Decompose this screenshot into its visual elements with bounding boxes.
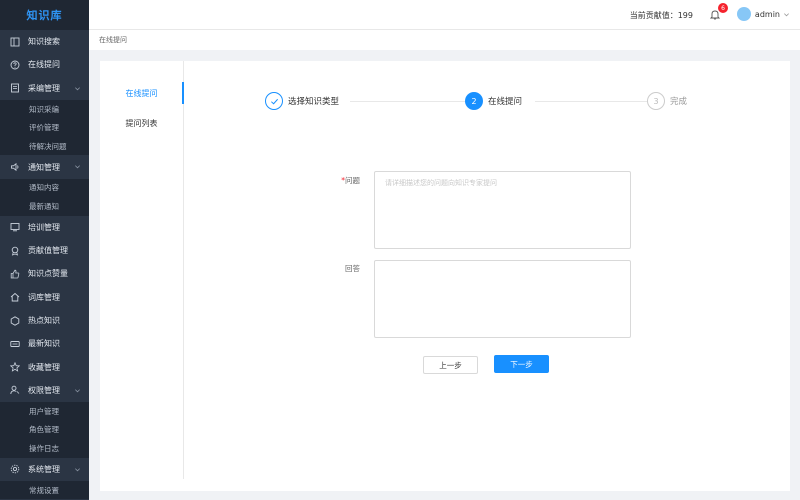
sidebar-item-contribution[interactable]: 贡献值管理 bbox=[0, 239, 89, 262]
sidebar-item-label: 权限管理 bbox=[28, 385, 60, 395]
contribution-value: 当前贡献值：199 bbox=[629, 11, 693, 20]
sub-nav: 在线提问 提问列表 bbox=[100, 61, 184, 479]
notification-badge: 6 bbox=[718, 3, 728, 13]
user-key-icon bbox=[10, 385, 20, 395]
step-3: 3 完成 bbox=[647, 92, 687, 110]
home-icon bbox=[10, 292, 20, 302]
sidebar: 知识库 知识搜索 在线提问 采编管理 知识采编 评价管理 待解决问题 通知管理 … bbox=[0, 0, 89, 500]
sidebar-item-label: 采编管理 bbox=[28, 83, 60, 93]
speaker-icon bbox=[10, 162, 20, 172]
question-textarea[interactable] bbox=[374, 171, 631, 249]
sidebar-item-label: 贡献值管理 bbox=[28, 246, 68, 256]
sidebar-subitem[interactable]: 角色管理 bbox=[0, 421, 89, 440]
app-logo: 知识库 bbox=[0, 0, 89, 30]
step-connector bbox=[350, 101, 465, 102]
sidebar-item-system[interactable]: 系统管理 bbox=[0, 458, 89, 481]
sidebar-item-label: 知识搜索 bbox=[28, 37, 60, 47]
sidebar-subitem[interactable]: 通知内容 bbox=[0, 179, 89, 198]
steps: 选择知识类型 2 在线提问 3 完成 bbox=[265, 92, 695, 112]
sidebar-subitem[interactable]: 待解决问题 bbox=[0, 137, 89, 156]
edit-doc-icon bbox=[10, 83, 20, 93]
step-connector bbox=[535, 101, 647, 102]
user-name: admin bbox=[754, 9, 780, 19]
chevron-down-icon bbox=[784, 12, 789, 16]
step-title: 选择知识类型 bbox=[288, 97, 340, 107]
sidebar-subitem[interactable]: 常规设置 bbox=[0, 481, 89, 500]
question-circle-icon bbox=[10, 60, 20, 70]
answer-label: 回答 bbox=[345, 264, 360, 273]
sidebar-subitem[interactable]: 用户管理 bbox=[0, 402, 89, 421]
step-title: 在线提问 bbox=[488, 97, 523, 107]
sidebar-item-online-question[interactable]: 在线提问 bbox=[0, 53, 89, 76]
sidebar-item-lexicon[interactable]: 词库管理 bbox=[0, 286, 89, 309]
sidebar-item-training[interactable]: 培训管理 bbox=[0, 216, 89, 239]
question-label: *问题 bbox=[341, 176, 360, 185]
step-number: 3 bbox=[647, 92, 665, 110]
chevron-down-icon bbox=[75, 86, 80, 90]
breadcrumb: 在线提问 bbox=[89, 30, 800, 50]
sidebar-item-label: 收藏管理 bbox=[28, 362, 60, 372]
submenu-system: 常规设置 bbox=[0, 480, 89, 500]
sidebar-item-notification[interactable]: 通知管理 bbox=[0, 155, 89, 178]
breadcrumb-current: 在线提问 bbox=[99, 36, 127, 44]
answer-textarea[interactable] bbox=[374, 260, 631, 338]
gear-icon bbox=[10, 464, 20, 474]
submenu-editing: 知识采编 评价管理 待解决问题 bbox=[0, 99, 89, 156]
book-icon bbox=[10, 37, 20, 47]
sidebar-item-label: 系统管理 bbox=[28, 464, 60, 474]
next-step-button[interactable]: 下一步 bbox=[494, 355, 549, 373]
prev-step-button[interactable]: 上一步 bbox=[423, 356, 478, 374]
sidebar-item-favorites[interactable]: 收藏管理 bbox=[0, 355, 89, 378]
sidebar-item-latest-knowledge[interactable]: 最新知识 bbox=[0, 332, 89, 355]
sidebar-item-label: 知识点赞量 bbox=[28, 269, 68, 279]
step-number: 2 bbox=[465, 92, 483, 110]
sidebar-subitem[interactable]: 评价管理 bbox=[0, 118, 89, 137]
chevron-down-icon bbox=[75, 467, 80, 471]
step-title: 完成 bbox=[670, 97, 688, 107]
sub-nav-item-question-list[interactable]: 提问列表 bbox=[100, 108, 183, 138]
submenu-permissions: 用户管理 角色管理 操作日志 bbox=[0, 402, 89, 458]
step-1: 选择知识类型 bbox=[265, 92, 339, 110]
sidebar-subitem[interactable]: 最新通知 bbox=[0, 197, 89, 216]
user-menu[interactable]: admin bbox=[736, 7, 790, 21]
sidebar-item-label: 热点知识 bbox=[28, 316, 60, 326]
sidebar-item-likes[interactable]: 知识点赞量 bbox=[0, 262, 89, 285]
sidebar-item-label: 通知管理 bbox=[28, 162, 60, 172]
avatar bbox=[736, 7, 751, 21]
sidebar-item-label: 最新知识 bbox=[28, 339, 60, 349]
check-icon bbox=[265, 92, 283, 110]
sidebar-subitem[interactable]: 知识采编 bbox=[0, 100, 89, 119]
sidebar-item-editing[interactable]: 采编管理 bbox=[0, 77, 89, 100]
thumbs-up-icon bbox=[10, 269, 20, 279]
training-icon bbox=[10, 222, 20, 232]
submenu-notification: 通知内容 最新通知 bbox=[0, 178, 89, 216]
sidebar-item-label: 培训管理 bbox=[28, 222, 60, 232]
step-2: 2 在线提问 bbox=[465, 92, 522, 110]
award-icon bbox=[10, 246, 20, 256]
sidebar-item-label: 词库管理 bbox=[28, 292, 60, 302]
sidebar-item-knowledge-search[interactable]: 知识搜索 bbox=[0, 30, 89, 53]
new-tag-icon bbox=[10, 339, 20, 349]
main-card: 在线提问 提问列表 选择知识类型 2 在线提问 3 完成 *问题 回答 上一步 … bbox=[100, 61, 790, 491]
star-icon bbox=[10, 362, 20, 372]
sidebar-item-permissions[interactable]: 权限管理 bbox=[0, 379, 89, 402]
sidebar-item-label: 在线提问 bbox=[28, 60, 60, 70]
sidebar-subitem[interactable]: 操作日志 bbox=[0, 439, 89, 458]
sidebar-item-hot-knowledge[interactable]: 热点知识 bbox=[0, 309, 89, 332]
hexagon-icon bbox=[10, 315, 20, 326]
sub-nav-item-online-question[interactable]: 在线提问 bbox=[100, 78, 184, 108]
top-bar: 当前贡献值：199 6 admin bbox=[89, 0, 800, 30]
chevron-down-icon bbox=[75, 165, 80, 169]
chevron-down-icon bbox=[75, 389, 80, 393]
